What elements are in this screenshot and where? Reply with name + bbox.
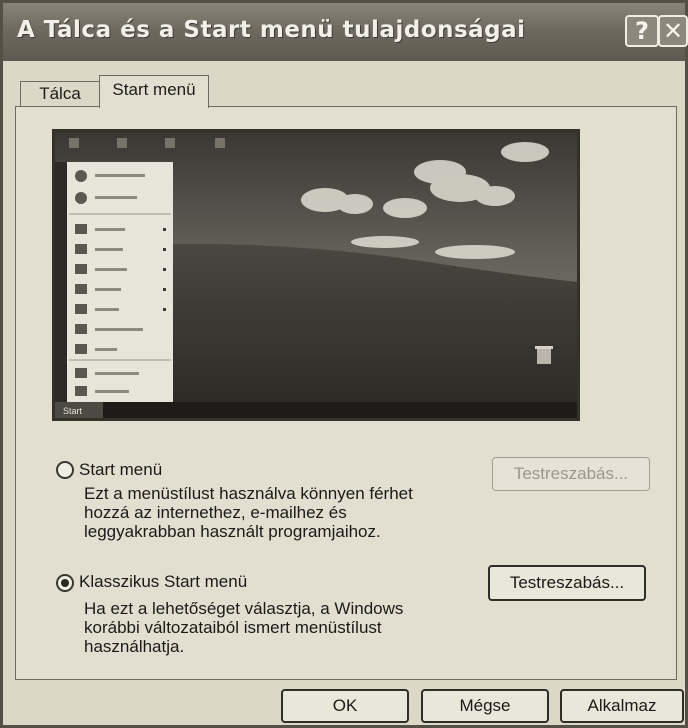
- description-line: Ezt a menüstílust használva könnyen férh…: [84, 484, 413, 503]
- properties-dialog: A Tálca és a Start menü tulajdonságai ? …: [0, 0, 688, 728]
- window-title: A Tálca és a Start menü tulajdonságai: [17, 17, 526, 43]
- classic-menu-customize-button[interactable]: Testreszabás...: [488, 565, 646, 601]
- classic-menu-label[interactable]: Klasszikus Start menü: [79, 572, 247, 592]
- description-line: hozzá az internethez, e-mailhez és: [84, 503, 347, 522]
- start-menu-preview: Start: [52, 129, 580, 421]
- classic-menu-radio[interactable]: [56, 574, 74, 592]
- apply-button[interactable]: Alkalmaz: [560, 689, 684, 723]
- cancel-button[interactable]: Mégse: [421, 689, 549, 723]
- start-menu-description: Ezt a menüstílust használva könnyen férh…: [84, 484, 413, 541]
- description-line: Ha ezt a lehetőséget választja, a Window…: [84, 599, 404, 618]
- desktop-preview-image: Start: [55, 132, 577, 418]
- classic-menu-description: Ha ezt a lehetőséget választja, a Window…: [84, 599, 403, 656]
- description-line: leggyakrabban használt programjaihoz.: [84, 522, 381, 541]
- ok-button[interactable]: OK: [281, 689, 409, 723]
- start-menu-radio[interactable]: [56, 461, 74, 479]
- title-bar[interactable]: A Tálca és a Start menü tulajdonságai ? …: [3, 3, 688, 61]
- help-button[interactable]: ?: [625, 15, 659, 47]
- start-menu-customize-button[interactable]: Testreszabás...: [492, 457, 650, 491]
- tab-panel: Start Start menü Testreszabás... Ezt a m…: [15, 106, 677, 680]
- tab-start-menu[interactable]: Start menü: [99, 75, 209, 108]
- tab-talca[interactable]: Tálca: [20, 81, 100, 107]
- preview-start-button: Start: [63, 406, 83, 416]
- start-menu-label[interactable]: Start menü: [79, 460, 162, 480]
- description-line: használhatja.: [84, 637, 185, 656]
- description-line: korábbi változataiból ismert menüstílust: [84, 618, 382, 637]
- close-button[interactable]: ✕: [658, 15, 688, 47]
